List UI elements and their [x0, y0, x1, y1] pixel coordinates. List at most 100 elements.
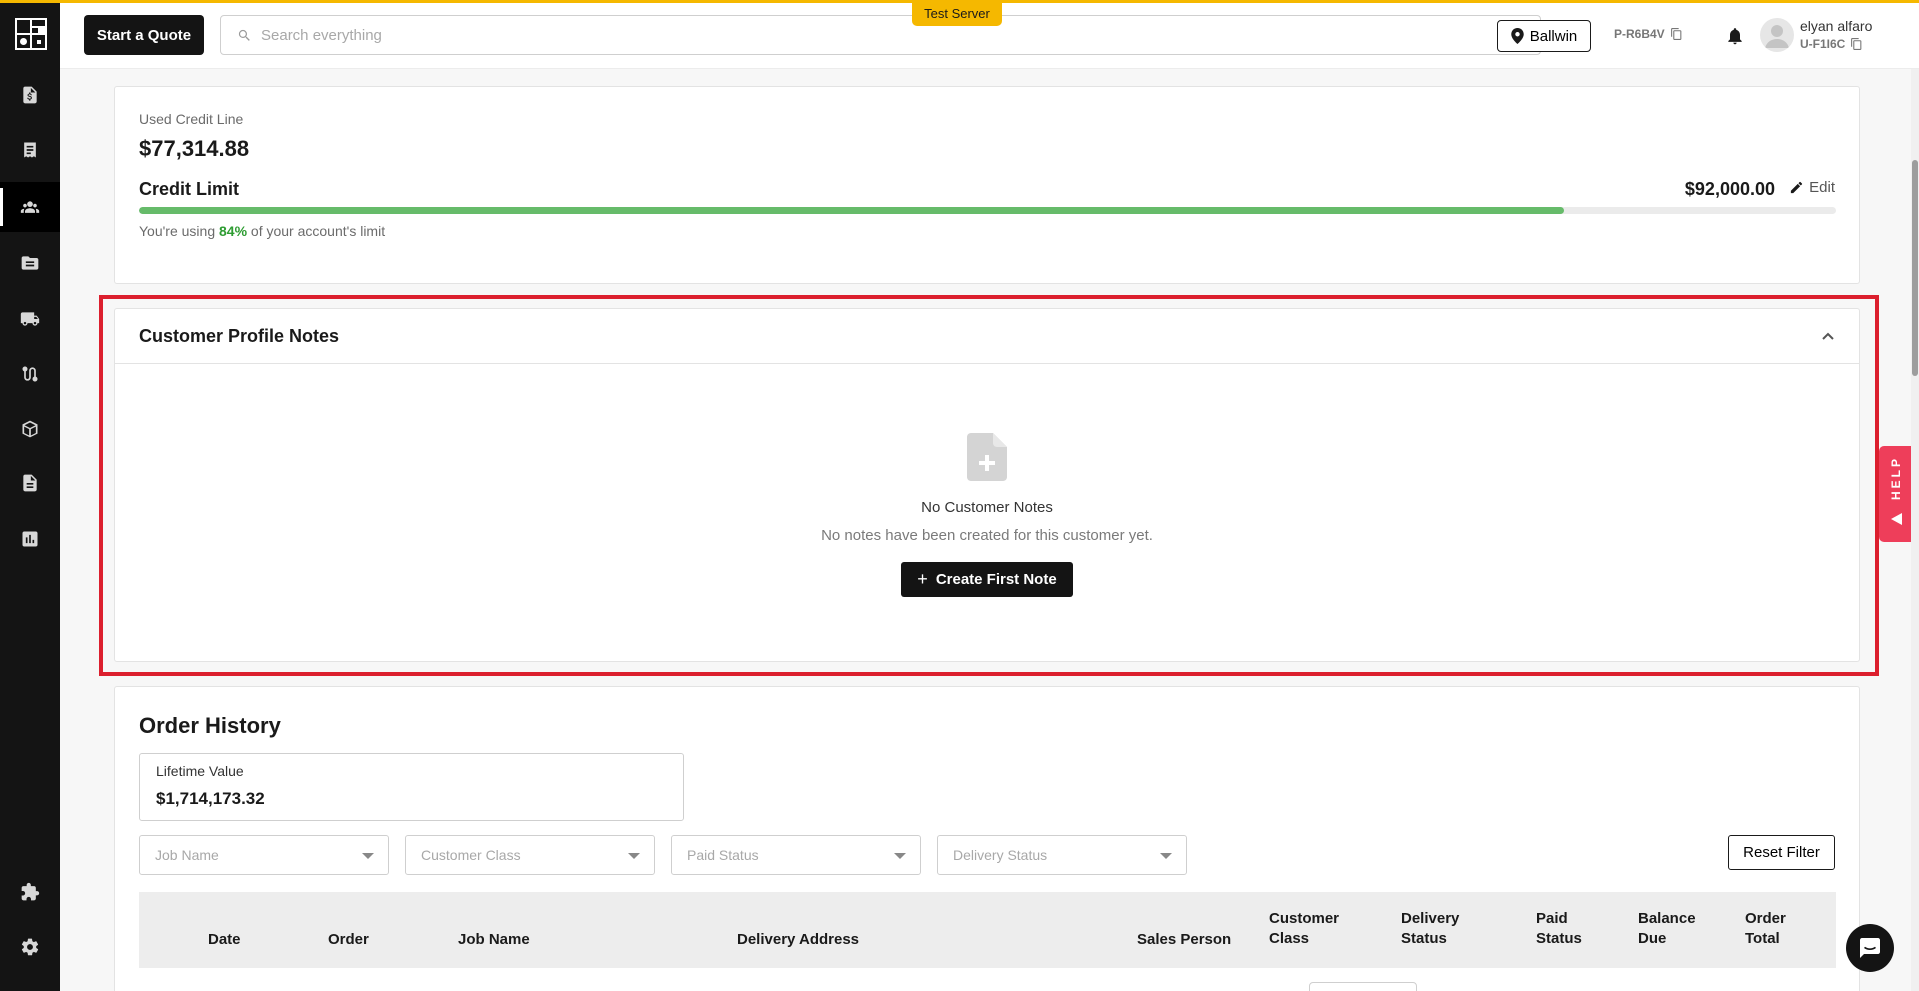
chevron-up-icon[interactable]: [1821, 329, 1835, 343]
sidebar-item-deliveries[interactable]: [0, 294, 60, 344]
credit-limit-label: Credit Limit: [139, 179, 240, 199]
usage-prefix: You're using: [139, 223, 216, 239]
sidebar-item-routes[interactable]: [0, 349, 60, 399]
location-label: Ballwin: [1529, 27, 1578, 45]
chat-icon: [1860, 938, 1880, 958]
filter-label: Customer Class: [421, 847, 521, 863]
map-pin-icon: [1511, 28, 1524, 44]
user-name[interactable]: elyan alfaro: [1800, 18, 1872, 34]
profile-code: P-R6B4V: [1614, 27, 1683, 41]
user-code: U-F1I6C: [1800, 37, 1863, 51]
column-header-date[interactable]: Date: [208, 930, 241, 950]
test-server-badge: Test Server: [912, 0, 1002, 26]
folder-icon: [21, 256, 39, 270]
sidebar-item-customers[interactable]: [0, 182, 60, 232]
order-history-card: Order History Lifetime Value $1,714,173.…: [114, 686, 1860, 991]
help-tab[interactable]: HELP: [1879, 446, 1915, 542]
order-history-title: Order History: [139, 713, 281, 738]
sidebar-item-documents[interactable]: [0, 458, 60, 508]
sidebar-item-products[interactable]: [0, 404, 60, 454]
column-header-customer-class[interactable]: Customer Class: [1269, 909, 1339, 949]
edit-credit-limit-button[interactable]: Edit: [1789, 179, 1835, 196]
start-quote-button[interactable]: Start a Quote: [84, 15, 204, 55]
column-header-order[interactable]: Order: [328, 930, 369, 950]
avatar[interactable]: [1760, 18, 1794, 52]
copy-icon[interactable]: [1670, 27, 1683, 41]
notes-header[interactable]: Customer Profile Notes: [115, 309, 1859, 364]
filter-label: Job Name: [155, 847, 219, 863]
sidebar-item-receipts[interactable]: [0, 125, 60, 175]
used-credit-label: Used Credit Line: [139, 111, 244, 127]
caret-down-icon: [628, 853, 640, 859]
caret-down-icon: [362, 853, 374, 859]
copy-icon[interactable]: [1850, 37, 1863, 51]
create-note-label: Create First Note: [935, 571, 1057, 588]
pencil-icon: [1791, 181, 1803, 194]
chat-launcher-button[interactable]: [1846, 924, 1894, 972]
credit-usage-progress: [139, 207, 1836, 214]
document-icon: [23, 474, 37, 492]
top-accent-line: [0, 0, 1919, 3]
sidebar-item-invoices[interactable]: [0, 70, 60, 120]
column-header-paid-status[interactable]: Paid Status: [1536, 909, 1582, 949]
column-header-delivery-address[interactable]: Delivery Address: [737, 930, 859, 950]
truck-icon: [20, 312, 40, 326]
notifications-bell-icon[interactable]: [1725, 25, 1745, 47]
invoice-dollar-icon: [23, 86, 37, 104]
lifetime-value-amount: $1,714,173.32: [156, 789, 265, 808]
filter-job-name[interactable]: Job Name: [139, 835, 389, 875]
sidebar: [0, 0, 60, 991]
orders-table-header: Date Order Job Name Delivery Address Sal…: [139, 892, 1836, 968]
puzzle-icon: [21, 882, 40, 901]
credit-usage-text: You're using 84% of your account's limit: [139, 223, 385, 239]
help-arrow-icon: [1891, 513, 1902, 525]
scrollbar-thumb[interactable]: [1912, 160, 1918, 376]
search-icon: [238, 29, 250, 41]
gear-icon: [21, 938, 39, 956]
filter-label: Delivery Status: [953, 847, 1048, 863]
search-input[interactable]: [261, 16, 1521, 54]
status-badge: [1309, 982, 1417, 991]
filter-label: Paid Status: [687, 847, 759, 863]
used-credit-value: $77,314.88: [139, 136, 250, 161]
global-search[interactable]: [220, 15, 1541, 55]
user-avatar-icon: [1765, 25, 1789, 48]
edit-label: Edit: [1809, 179, 1835, 196]
sidebar-item-projects[interactable]: [0, 238, 60, 288]
table-row[interactable]: [139, 968, 1836, 991]
column-header-sales-person[interactable]: Sales Person: [1137, 930, 1231, 950]
credit-limit-value: $92,000.00: [1684, 179, 1775, 199]
chart-icon: [22, 531, 38, 547]
create-first-note-button[interactable]: + Create First Note: [901, 562, 1073, 597]
column-header-order-total[interactable]: Order Total: [1745, 909, 1786, 949]
filter-paid-status[interactable]: Paid Status: [671, 835, 921, 875]
notes-title: Customer Profile Notes: [139, 326, 340, 346]
plus-icon: +: [917, 569, 928, 589]
column-header-job-name[interactable]: Job Name: [458, 930, 530, 950]
filter-customer-class[interactable]: Customer Class: [405, 835, 655, 875]
users-icon: [20, 201, 40, 213]
logo-icon[interactable]: [15, 18, 47, 50]
sidebar-item-integrations[interactable]: [0, 867, 60, 917]
reset-filter-button[interactable]: Reset Filter: [1728, 835, 1835, 870]
filter-delivery-status[interactable]: Delivery Status: [937, 835, 1187, 875]
receipt-icon: [24, 142, 36, 158]
profile-code-text: P-R6B4V: [1614, 27, 1665, 41]
sidebar-item-reports[interactable]: [0, 514, 60, 564]
file-plus-icon: [967, 433, 1007, 481]
caret-down-icon: [894, 853, 906, 859]
column-header-delivery-status[interactable]: Delivery Status: [1401, 909, 1459, 949]
sidebar-item-settings[interactable]: [0, 922, 60, 972]
route-icon: [22, 366, 38, 382]
lifetime-value-box: Lifetime Value $1,714,173.32: [139, 753, 684, 821]
caret-down-icon: [1160, 853, 1172, 859]
top-header: Start a Quote Test Server Ballwin P-R6B4…: [60, 0, 1919, 69]
empty-notes-subtitle: No notes have been created for this cust…: [821, 527, 1153, 544]
usage-percent: 84%: [219, 223, 248, 239]
customer-notes-card: Customer Profile Notes No Customer Notes…: [114, 308, 1860, 662]
location-button[interactable]: Ballwin: [1497, 20, 1591, 52]
column-header-balance-due[interactable]: Balance Due: [1638, 909, 1696, 949]
usage-suffix: of your account's limit: [250, 223, 386, 239]
box-icon: [22, 420, 38, 438]
lifetime-value-label: Lifetime Value: [156, 763, 244, 779]
